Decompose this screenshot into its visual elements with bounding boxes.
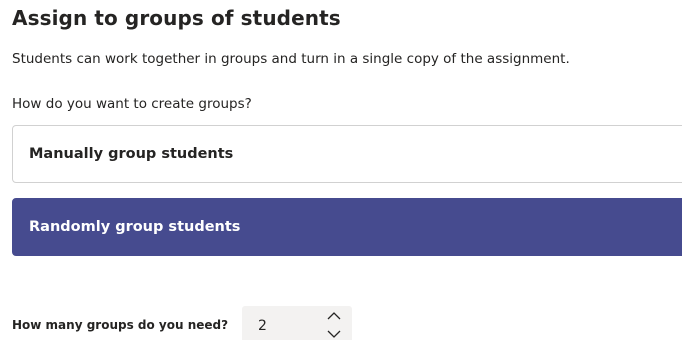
- manual-grouping-option[interactable]: Manually group students: [12, 125, 682, 183]
- chevron-down-icon[interactable]: [326, 328, 342, 340]
- group-count-stepper[interactable]: 2: [242, 306, 352, 340]
- group-count-label: How many groups do you need?: [12, 318, 229, 332]
- page-title: Assign to groups of students: [12, 6, 341, 30]
- group-count-value[interactable]: 2: [258, 318, 267, 334]
- page-description: Students can work together in groups and…: [12, 51, 570, 67]
- assign-groups-panel: Assign to groups of students Students ca…: [0, 0, 682, 340]
- random-grouping-label: Randomly group students: [29, 219, 241, 235]
- chevron-up-icon[interactable]: [326, 310, 342, 322]
- grouping-question: How do you want to create groups?: [12, 96, 252, 112]
- random-grouping-option[interactable]: Randomly group students: [12, 198, 682, 256]
- manual-grouping-label: Manually group students: [29, 146, 234, 162]
